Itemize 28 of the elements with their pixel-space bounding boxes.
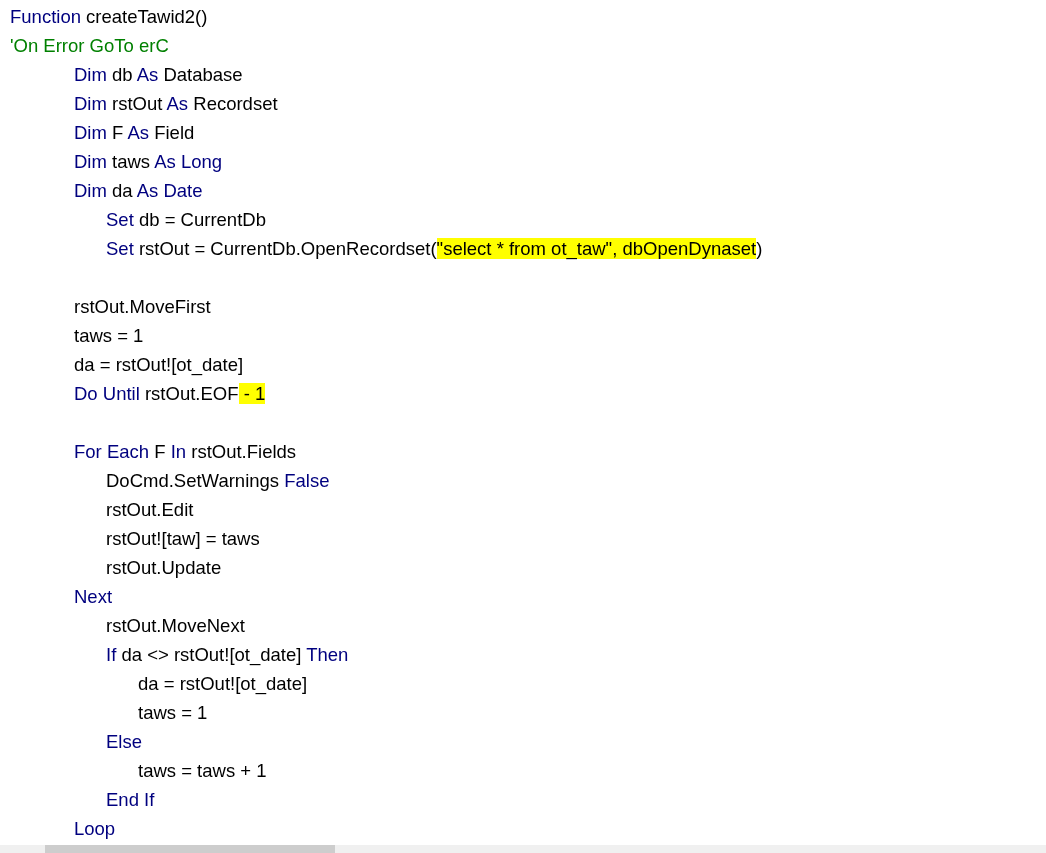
code-line: Set db = CurrentDb	[105, 208, 266, 232]
code-line: Do Until rstOut.EOF - 1	[73, 382, 266, 406]
code-line: rstOut.Edit	[105, 498, 194, 522]
code-line: Dim rstOut As Recordset	[73, 92, 278, 116]
code-line: Next	[73, 585, 113, 609]
code-line: rstOut.MoveNext	[105, 614, 245, 638]
code-line: If da <> rstOut![ot_date] Then	[105, 643, 349, 668]
code-line: Dim da As Date	[73, 179, 203, 203]
code-line: Else	[105, 730, 142, 754]
code-line: For Each F In rstOut.Fields	[73, 440, 297, 464]
code-line: taws = taws + 1	[137, 759, 267, 783]
code-line: taws = 1	[73, 324, 144, 348]
scrollbar-thumb[interactable]	[45, 845, 335, 853]
code-line: taws = 1	[137, 701, 208, 725]
code-line: da = rstOut![ot_date]	[73, 353, 244, 378]
code-line: Dim db As Database	[73, 63, 243, 87]
code-line: Function createTawid2()	[9, 5, 208, 29]
code-line: da = rstOut![ot_date]	[137, 672, 308, 697]
code-line: Dim taws As Long	[73, 150, 223, 174]
code-line: Dim F As Field	[73, 121, 195, 145]
code-line: Loop	[73, 817, 116, 841]
code-line: rstOut.MoveFirst	[73, 295, 211, 319]
code-line: rstOut![taw] = taws	[105, 527, 260, 551]
code-line: End If	[105, 788, 155, 812]
code-line: 'On Error GoTo erC	[9, 34, 169, 58]
code-line: DoCmd.SetWarnings False	[105, 469, 330, 493]
horizontal-scrollbar[interactable]	[0, 845, 1046, 853]
code-line: rstOut.Update	[105, 556, 222, 580]
